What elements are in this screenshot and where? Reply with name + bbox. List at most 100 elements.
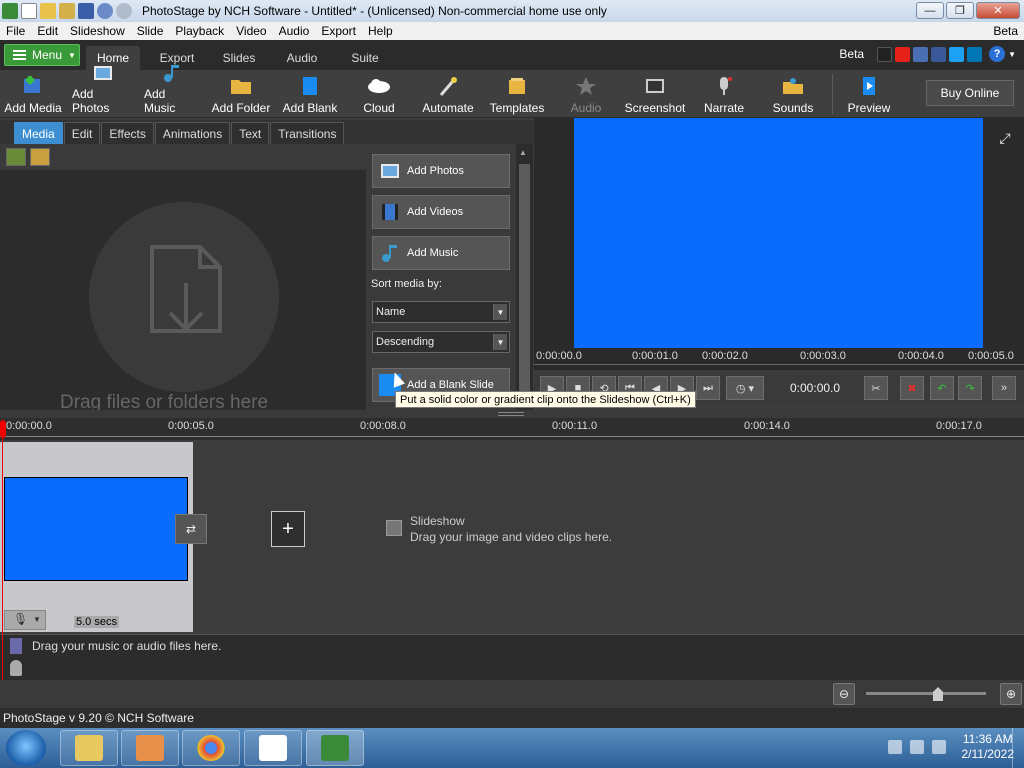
open-folder-icon[interactable] bbox=[40, 3, 56, 19]
preview-button[interactable]: Preview bbox=[844, 70, 894, 118]
taskbar-media[interactable] bbox=[121, 730, 179, 766]
rotate-left-button[interactable]: ↶ bbox=[930, 376, 954, 400]
minimize-button[interactable]: — bbox=[916, 2, 944, 19]
menu-beta[interactable]: Beta bbox=[993, 24, 1018, 38]
menu-video[interactable]: Video bbox=[230, 24, 272, 38]
narrate-button[interactable]: Narrate bbox=[698, 70, 750, 118]
add-slide-button[interactable]: + bbox=[271, 511, 305, 547]
zoom-slider-track[interactable] bbox=[866, 692, 986, 695]
sort-order-select[interactable]: Descending ▼ bbox=[372, 331, 510, 353]
slide-thumbnail[interactable] bbox=[4, 477, 188, 581]
menu-export[interactable]: Export bbox=[315, 24, 362, 38]
add-folder-button[interactable]: Add Folder bbox=[210, 70, 272, 118]
automate-button[interactable]: Automate bbox=[418, 70, 478, 118]
transition-button[interactable]: ⇄ bbox=[175, 514, 207, 544]
menu-slide[interactable]: Slide bbox=[131, 24, 170, 38]
tab-transitions[interactable]: Transitions bbox=[270, 122, 345, 144]
taskbar-explorer[interactable] bbox=[60, 730, 118, 766]
buy-online-button[interactable]: Buy Online bbox=[926, 80, 1014, 106]
twitter-icon[interactable] bbox=[949, 46, 965, 62]
linkedin-icon[interactable] bbox=[967, 46, 983, 62]
fullscreen-icon[interactable]: ⤢ bbox=[996, 130, 1014, 148]
taskbar-photostage[interactable] bbox=[306, 730, 364, 766]
tab-audio[interactable]: Audio bbox=[275, 46, 329, 70]
speed-button[interactable]: ◷ ▾ bbox=[726, 376, 764, 400]
playhead-handle[interactable] bbox=[0, 420, 6, 438]
media-drop-zone[interactable]: Drag files or folders here bbox=[0, 170, 366, 410]
chevron-down-icon: ▼ bbox=[33, 615, 41, 624]
timeline-ruler[interactable]: 0:00:00.0 0:00:05.0 0:00:08.0 0:00:11.0 … bbox=[0, 418, 1024, 440]
taskbar-nch[interactable] bbox=[244, 730, 302, 766]
app-icon[interactable] bbox=[2, 3, 18, 19]
delete-button[interactable]: ✖ bbox=[900, 376, 924, 400]
skip-end-button[interactable]: ⏭ bbox=[696, 376, 720, 400]
add-photos-button[interactable]: Add Photos bbox=[72, 66, 134, 118]
add-photos-side-button[interactable]: Add Photos bbox=[372, 154, 510, 188]
preview-screen[interactable] bbox=[574, 118, 983, 348]
menu-edit[interactable]: Edit bbox=[31, 24, 64, 38]
menu-slideshow[interactable]: Slideshow bbox=[64, 24, 131, 38]
menu-playback[interactable]: Playback bbox=[169, 24, 230, 38]
audio-track[interactable]: Drag your music or audio files here. bbox=[0, 634, 1024, 680]
chevron-down-icon[interactable]: ▼ bbox=[1008, 50, 1016, 59]
scrollbar-thumb[interactable] bbox=[519, 164, 530, 394]
sounds-button[interactable]: Sounds bbox=[768, 70, 818, 118]
facebook-icon[interactable] bbox=[931, 46, 947, 62]
zoom-out-button[interactable]: ⊖ bbox=[833, 683, 855, 705]
add-music-side-button[interactable]: Add Music bbox=[372, 236, 510, 270]
rotate-right-button[interactable]: ↷ bbox=[958, 376, 982, 400]
microphone-icon[interactable] bbox=[10, 660, 22, 676]
more-button[interactable]: » bbox=[992, 376, 1016, 400]
close-button[interactable]: ✕ bbox=[976, 2, 1020, 19]
templates-button[interactable]: Templates bbox=[488, 70, 546, 118]
audio-button[interactable]: Audio bbox=[560, 70, 612, 118]
main-menu-button[interactable]: Menu ▼ bbox=[4, 44, 80, 66]
menu-file[interactable]: File bbox=[0, 24, 31, 38]
tab-suite[interactable]: Suite bbox=[338, 46, 392, 70]
splitter-grip[interactable] bbox=[498, 412, 524, 416]
zoom-slider-thumb[interactable] bbox=[933, 687, 943, 701]
maximize-button[interactable]: ❐ bbox=[946, 2, 974, 19]
menu-audio[interactable]: Audio bbox=[273, 24, 316, 38]
save-icon[interactable] bbox=[78, 3, 94, 19]
like-icon[interactable] bbox=[913, 46, 929, 62]
media-image-icon[interactable] bbox=[6, 148, 26, 166]
screenshot-button[interactable]: Screenshot bbox=[622, 70, 688, 118]
add-media-button[interactable]: Add Media bbox=[4, 70, 62, 118]
panel-splitter[interactable] bbox=[0, 410, 1024, 418]
tab-animations[interactable]: Animations bbox=[154, 122, 231, 144]
add-folder-small-icon[interactable] bbox=[30, 148, 50, 166]
add-music-icon bbox=[159, 62, 185, 84]
clock[interactable]: 11:36 AM 2/11/2022 bbox=[962, 732, 1015, 762]
split-button[interactable]: ✂ bbox=[864, 376, 888, 400]
tab-slides[interactable]: Slides bbox=[212, 46, 266, 70]
flickr-icon[interactable] bbox=[877, 46, 893, 62]
menu-help[interactable]: Help bbox=[362, 24, 399, 38]
media-scrollbar[interactable]: ▲ bbox=[516, 144, 533, 410]
help-icon[interactable]: ? bbox=[989, 46, 1006, 62]
cloud-button[interactable]: Cloud bbox=[354, 70, 404, 118]
new-file-icon[interactable] bbox=[21, 3, 37, 19]
sort-by-select[interactable]: Name ▼ bbox=[372, 301, 510, 323]
network-icon[interactable] bbox=[909, 740, 924, 754]
volume-icon[interactable] bbox=[931, 740, 946, 754]
add-videos-side-button[interactable]: Add Videos bbox=[372, 195, 510, 229]
start-button[interactable] bbox=[6, 730, 46, 766]
tab-media[interactable]: Media bbox=[14, 122, 63, 144]
show-desktop-button[interactable] bbox=[1012, 728, 1024, 768]
redo-icon[interactable] bbox=[116, 3, 132, 19]
taskbar-chrome[interactable] bbox=[182, 730, 240, 766]
tab-effects[interactable]: Effects bbox=[101, 122, 154, 144]
tab-edit[interactable]: Edit bbox=[63, 122, 101, 144]
preview-ruler[interactable]: 0:00:00.0 0:00:01.0 0:00:02.0 0:00:03.0 … bbox=[534, 348, 1024, 370]
youtube-icon[interactable] bbox=[895, 46, 911, 62]
action-center-icon[interactable] bbox=[887, 740, 902, 754]
zoom-in-button[interactable]: ⊕ bbox=[1000, 683, 1022, 705]
open-icon[interactable] bbox=[59, 3, 75, 19]
scroll-up-icon[interactable]: ▲ bbox=[519, 148, 527, 157]
add-blank-button[interactable]: Add Blank bbox=[282, 70, 338, 118]
add-music-button[interactable]: Add Music bbox=[144, 65, 200, 118]
tab-text[interactable]: Text bbox=[231, 122, 270, 144]
undo-icon[interactable] bbox=[97, 3, 113, 19]
clip-audio-button[interactable]: 🎙 ▼ bbox=[4, 610, 46, 630]
